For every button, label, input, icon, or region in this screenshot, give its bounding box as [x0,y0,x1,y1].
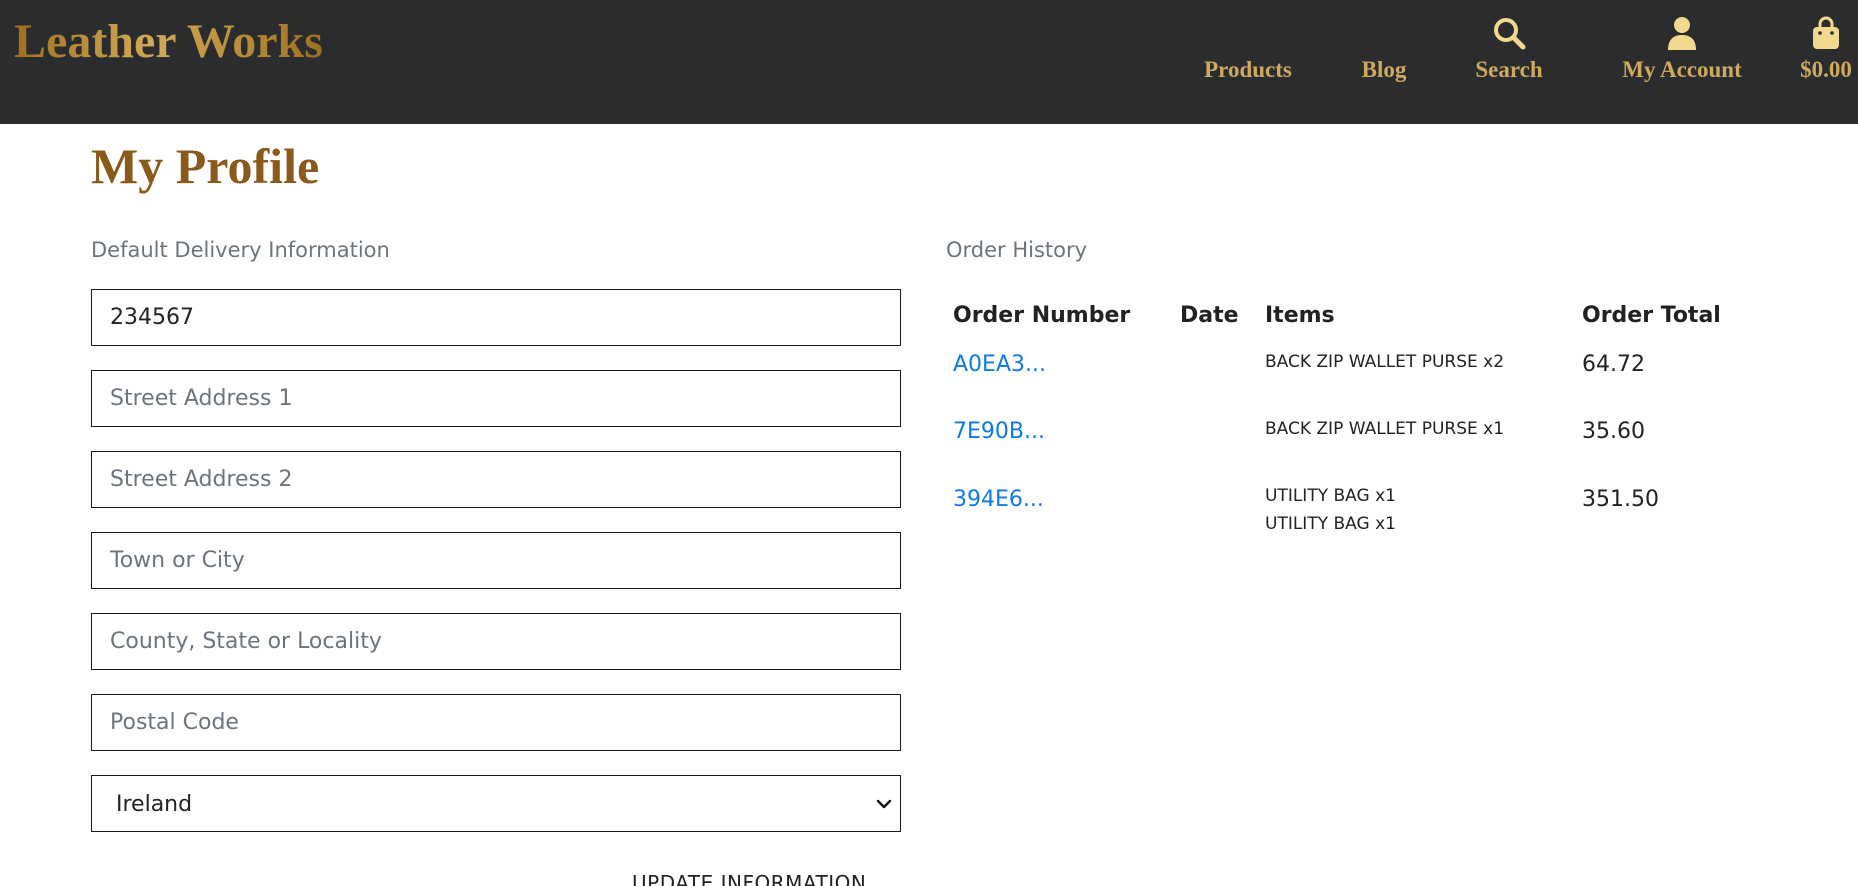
order-item: BACK ZIP WALLET PURSE x1 [1265,419,1505,439]
order-item: UTILITY BAG x1 [1265,514,1396,534]
order-total: 64.72 [1582,352,1645,377]
user-icon [1667,14,1697,52]
top-navbar: Leather Works Products Blog Search My Ac… [0,0,1858,124]
county-field[interactable] [91,613,901,670]
delivery-section-label: Default Delivery Information [91,238,390,262]
street-address-2-field[interactable] [91,451,901,508]
page-title: My Profile [91,138,320,194]
nav-search-label: Search [1475,57,1543,82]
update-information-button[interactable]: UPDATE INFORMATION [632,868,866,886]
column-header-order-total: Order Total [1582,303,1721,328]
country-select-value: Ireland [116,792,193,817]
order-number-link[interactable]: A0EA3... [953,350,1046,380]
column-header-date: Date [1180,303,1239,328]
order-number-link[interactable]: 7E90B... [953,417,1045,447]
order-item: BACK ZIP WALLET PURSE x2 [1265,352,1505,372]
column-header-items: Items [1265,303,1335,328]
nav-blog-label: Blog [1361,57,1407,82]
nav-products-label: Products [1204,57,1292,82]
phone-number-field[interactable] [91,289,901,346]
chevron-down-icon [874,794,894,819]
order-history-label: Order History [946,238,1088,262]
nav-products[interactable]: Products [1202,14,1294,86]
order-total: 35.60 [1582,419,1645,444]
nav-search[interactable]: Search [1472,14,1546,86]
nav-shopping-bag[interactable]: $0.00 [1794,14,1858,86]
order-item: UTILITY BAG x1 [1265,486,1396,506]
search-icon [1492,14,1526,52]
nav-my-account-label: My Account [1622,57,1742,82]
order-number-link[interactable]: 394E6... [953,485,1044,515]
column-header-order-number: Order Number [953,303,1131,328]
country-select[interactable]: Ireland [91,775,901,832]
brand-logo[interactable]: Leather Works [14,14,323,70]
nav-my-account[interactable]: My Account [1602,14,1762,86]
shopping-bag-icon [1811,14,1841,52]
postal-code-field[interactable] [91,694,901,751]
bag-total-label: $0.00 [1800,57,1852,82]
town-city-field[interactable] [91,532,901,589]
order-total: 351.50 [1582,487,1659,512]
street-address-1-field[interactable] [91,370,901,427]
nav-blog[interactable]: Blog [1358,14,1410,86]
